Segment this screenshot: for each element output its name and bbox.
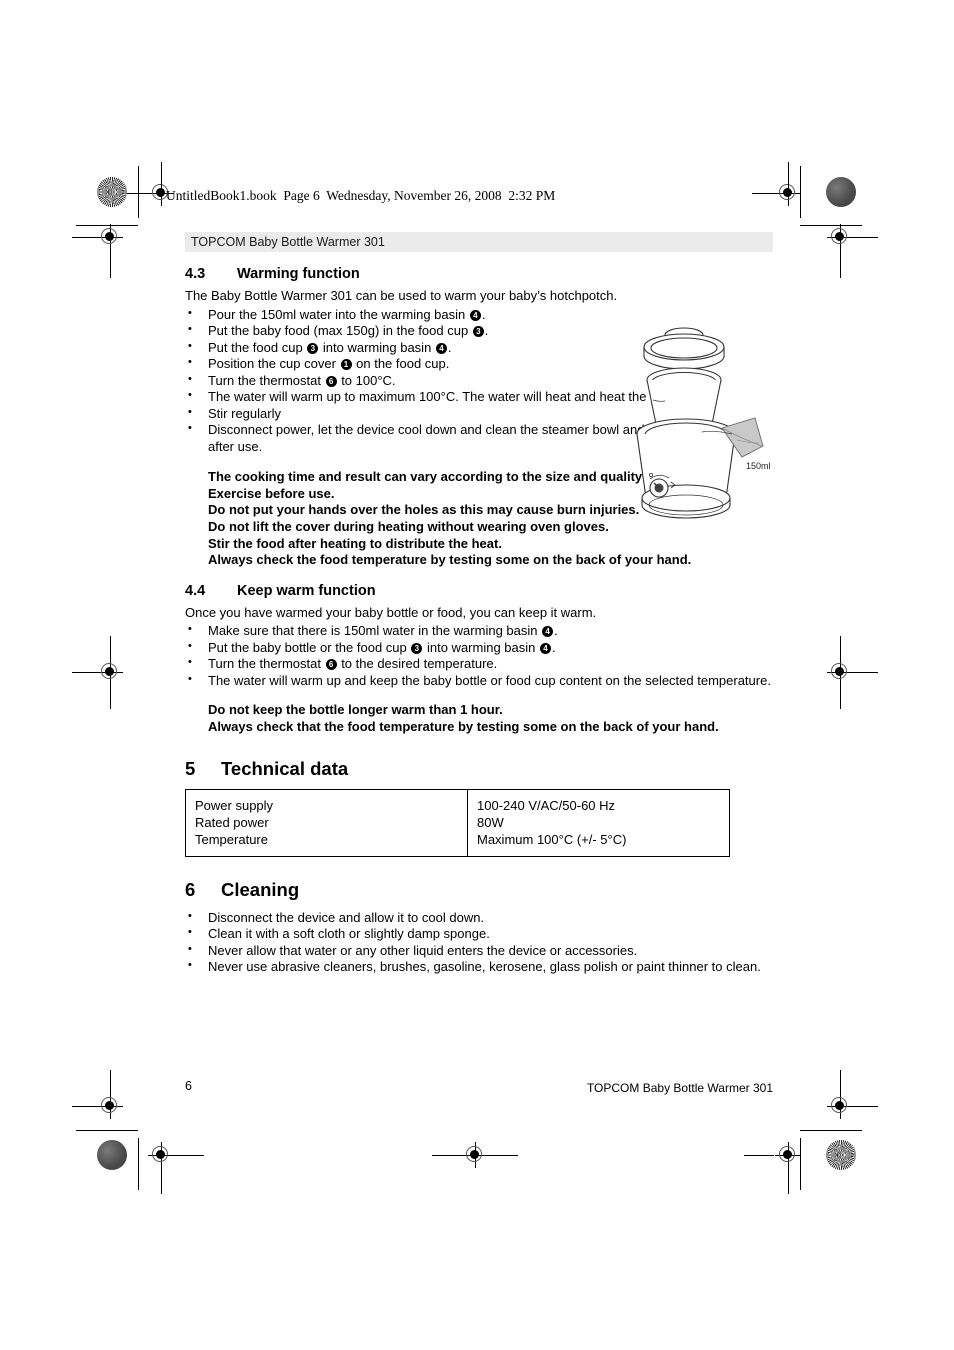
crop-line-bottom-left-horizontal [76, 1130, 138, 1131]
heading-6-number: 6 [185, 878, 196, 900]
technical-data-values: 100-240 V/AC/50-60 Hz 80W Maximum 100°C (+… [467, 789, 730, 857]
section-4-4-intro: Once you have warmed your baby bottle or… [185, 604, 597, 620]
print-density-star-bottom-right [826, 1140, 856, 1170]
heading-5-number: 5 [185, 757, 196, 779]
warning-note: Stir the food after heating to distribut… [208, 535, 502, 551]
registration-arm-upper-right-h [852, 236, 878, 238]
list-item: Disconnect the device and allow it to co… [185, 910, 773, 927]
heading-4-3-number: 4.3 [185, 266, 206, 282]
registration-arm-middle-right-v [839, 636, 841, 662]
registration-arm-lower-right-h [852, 1105, 878, 1107]
registration-mark-bottom-left [148, 1142, 174, 1168]
reference-number-badge-6: 6 [325, 659, 337, 671]
registration-arm-lower-left-h [72, 1105, 100, 1107]
crop-line-bottom-right-horizontal [800, 1130, 862, 1131]
section-4-4-bullets: Make sure that there is 150ml water in t… [185, 623, 773, 689]
technical-data-label: Power supply [195, 797, 274, 813]
list-item: The water will warm up and keep the baby… [185, 673, 773, 690]
section-4-3-intro: The Baby Bottle Warmer 301 can be used t… [185, 288, 618, 303]
table-row: Power supply Rated power Temperature 100-24… [186, 789, 730, 857]
measuring-spout-label: 150ml [746, 461, 771, 471]
reference-number-badge-4: 4 [540, 642, 551, 654]
document-page: UntitledBook1.book Page 6 Wednesday, Nov… [0, 0, 954, 1350]
baby-bottle-warmer-illustration: 150ml [624, 322, 784, 534]
reference-number-badge-4: 4 [469, 309, 481, 321]
technical-data-label: Temperature [195, 832, 268, 848]
registration-arm-lower-left-v [109, 1070, 111, 1096]
heading-4-3-title: Warming function [237, 266, 360, 282]
heading-4-4-number: 4.4 [185, 582, 206, 599]
list-item: Pour the 150ml water into the warming ba… [185, 307, 773, 324]
section-6-bullets: Disconnect the device and allow it to co… [185, 910, 773, 976]
technical-data-body: Power supply Rated power Temperature 100-24… [186, 789, 730, 857]
warning-note: Always check the food temperature by tes… [208, 552, 692, 568]
heading-6: 6 Cleaning [185, 879, 773, 901]
registration-arm-top-right-v [787, 162, 789, 188]
registration-mark-middle-right [827, 659, 853, 685]
registration-mark-upper-right [827, 224, 853, 250]
list-item: Turn the thermostat 6 to the desired tem… [185, 656, 773, 673]
reference-number-badge-4: 4 [542, 626, 554, 638]
registration-arm-top-right-h [752, 192, 778, 194]
registration-mark-bottom-right [775, 1142, 801, 1168]
registration-mark-lower-left [97, 1093, 123, 1119]
registration-mark-lower-right [827, 1093, 853, 1119]
reference-number-badge-3: 3 [472, 326, 484, 337]
registration-arm-upper-left-v [109, 248, 111, 278]
registration-arm-middle-right-v2 [839, 683, 841, 709]
registration-arm-bottom-right-h [744, 1154, 774, 1156]
page-header-banner: TOPCOM Baby Bottle Warmer 301 [185, 232, 773, 252]
registration-arm-upper-left-h [72, 236, 100, 238]
list-item: Put the baby bottle or the food cup 3 in… [185, 640, 773, 657]
registration-arm-lower-right-v [839, 1070, 841, 1096]
list-item: Make sure that there is 150ml water in t… [185, 623, 773, 640]
registration-arm-bottom-left-v [160, 1168, 162, 1194]
technical-data-labels: Power supply Rated power Temperature [186, 789, 468, 856]
registration-mark-bottom-center [462, 1142, 488, 1168]
registration-mark-middle-left [97, 659, 123, 685]
list-item: Never allow that water or any other liqu… [185, 943, 773, 960]
registration-arm-bottom-right-v [787, 1168, 789, 1194]
technical-data-value: 80W [477, 814, 504, 830]
registration-mark-upper-left [97, 224, 123, 250]
footer-document-title: TOPCOM Baby Bottle Warmer 301 [586, 1081, 773, 1095]
registration-arm-bottom-center-right [486, 1154, 518, 1156]
registration-arm-middle-left-v [109, 636, 111, 662]
registration-arm-middle-left-h [72, 671, 100, 673]
heading-6-title: Cleaning [221, 878, 300, 900]
registration-arm-middle-left-v2 [109, 683, 111, 709]
registration-arm-top-left-v [160, 162, 162, 188]
footer-page-number: 6 [185, 1079, 192, 1093]
heading-4-3: 4.3 Warming function [185, 266, 773, 282]
list-item: Clean it with a soft cloth or slightly d… [185, 926, 773, 943]
technical-data-value: 100-240 V/AC/50-60 Hz [477, 797, 616, 813]
registration-arm-bottom-center-left [432, 1154, 464, 1156]
crop-line-bottom-left-vertical [138, 1138, 139, 1190]
registration-arm-bottom-left-h [174, 1154, 204, 1156]
reference-number-badge-3: 3 [307, 342, 319, 354]
heading-4-4: 4.4 Keep warm function [185, 583, 773, 599]
print-density-star-top-left [97, 177, 127, 207]
technical-data-table: Power supply Rated power Temperature 100-24… [185, 788, 730, 857]
section-4-4-notes: Do not keep the bottle longer warm than … [185, 702, 773, 735]
print-density-patch-top-right [826, 177, 856, 207]
reference-number-badge-6: 6 [325, 375, 337, 387]
technical-data-label: Rated power [195, 814, 269, 830]
book-running-line: UntitledBook1.book Page 6 Wednesday, Nov… [166, 188, 556, 203]
heading-5: 5 Technical data [185, 758, 773, 780]
list-item: Never use abrasive cleaners, brushes, ga… [185, 959, 773, 976]
warning-note: Always check that the food temperature b… [208, 718, 719, 734]
heading-4-4-title: Keep warm function [237, 582, 376, 599]
warning-note: Do not keep the bottle longer warm than … [208, 702, 503, 718]
reference-number-badge-3: 3 [411, 642, 423, 654]
heading-5-title: Technical data [221, 757, 349, 779]
registration-arm-upper-right-v [839, 248, 841, 278]
technical-data-value: Maximum 100°C (+/- 5°C) [477, 832, 627, 848]
reference-number-badge-1: 1 [340, 359, 352, 370]
print-density-patch-bottom-left [97, 1140, 127, 1170]
reference-number-badge-4: 4 [435, 342, 447, 354]
registration-arm-middle-right-h [852, 671, 878, 673]
